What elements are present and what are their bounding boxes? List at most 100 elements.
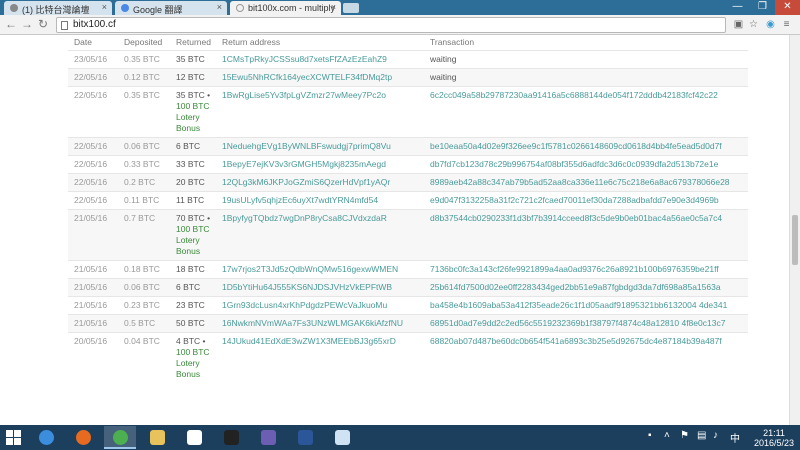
cell-returned-text: 6 BTC	[176, 281, 201, 292]
taskbar-home[interactable]	[178, 426, 210, 449]
back-arrow-icon[interactable]: ←	[4, 17, 18, 31]
cell-transaction[interactable]: 8989aeb42a88c347ab79b5ad52aa8ca336e11e6c…	[424, 172, 748, 191]
lottery-bonus-text: Bonus	[176, 368, 201, 379]
forward-arrow-icon[interactable]: →	[20, 17, 34, 31]
cell-return-address[interactable]: 1NeduehgEVg1ByWNLBFswudgj7primQ8Vu	[216, 136, 424, 155]
translate-icon[interactable]: ▣	[732, 18, 745, 31]
cell-return-address[interactable]: 1CMsTpRkyJCSSsu8d7xetsFfZAzEzEahZ9	[216, 49, 424, 68]
cell-return-address[interactable]: 16NwkmNVmWAa7Fs3UNzWLMGAK6kiAfzfNU	[216, 313, 424, 332]
table-row: 21/05/16 0.7 BTC 70 BTC • 100 BTC Lotery Bonu…	[68, 208, 748, 260]
cell-return-address[interactable]: 1D5bYtiHu64J555KS6NJDSJVHzVkEPFtWB	[216, 277, 424, 296]
close-tab-icon[interactable]: ×	[217, 2, 222, 12]
tray-nvidia-icon[interactable]: ▪	[648, 430, 652, 441]
page-favicon-icon	[236, 4, 244, 12]
extension-icon[interactable]: ◉	[764, 18, 777, 31]
cell-transaction[interactable]: 68951d0ad7e9dd2c2ed56c5519232369b1f38797…	[424, 313, 748, 332]
cell-return-address[interactable]: 19usULyfv5qhjzEc6uyXt7wdtYRN4mfd54	[216, 190, 424, 209]
cell-date-text: 21/05/16	[74, 317, 108, 328]
cell-returned: 4 BTC • 100 BTC Lotery Bonus	[170, 331, 216, 383]
lottery-bonus-text: Lotery	[176, 357, 200, 368]
taskbar-notepad[interactable]	[326, 426, 358, 449]
cell-return-address[interactable]: 1BwRgLise5Yv3fpLgVZmzr27wMeey7Pc2o	[216, 85, 424, 137]
cell-return-address[interactable]: 15Ewu5NhRCfk164yecXCWTELF34fDMq2tp	[216, 67, 424, 86]
close-tab-icon[interactable]: ×	[331, 2, 336, 12]
cell-deposited-text: 0.35 BTC	[124, 89, 160, 100]
home-icon	[187, 430, 202, 445]
cell-date: 21/05/16	[68, 259, 118, 278]
file-explorer-icon	[150, 430, 165, 445]
lottery-bonus-text: Bonus	[176, 245, 201, 256]
cell-return-address[interactable]: 1Grn93dcLusn4xrKhPdgdzPEWcVaJkuoMu	[216, 295, 424, 314]
cell-return-address[interactable]: 17w7rjos2T3Jd5zQdbWnQMw516gexwWMEN	[216, 259, 424, 278]
address-bar[interactable]: bitx100.cf	[56, 17, 726, 33]
cell-deposited: 0.35 BTC	[118, 85, 170, 137]
cell-returned: 18 BTC	[170, 259, 216, 278]
reload-icon[interactable]: ↻	[36, 17, 50, 31]
cell-return-address[interactable]: 1BpyfygTQbdz7wgDnP8ryCsa8CJVdxzdaR	[216, 208, 424, 260]
cell-transaction[interactable]: e9d047f3132258a31f2c721c2fcaed70011ef30d…	[424, 190, 748, 209]
cell-deposited-text: 0.33 BTC	[124, 158, 160, 169]
cell-return-address-text: 1CMsTpRkyJCSSsu8d7xetsFfZAzEzEahZ9	[222, 53, 387, 64]
cell-deposited-text: 0.18 BTC	[124, 263, 160, 274]
taskbar-chrome[interactable]	[104, 426, 136, 449]
system-clock[interactable]: 21:11 2016/5/23	[752, 428, 796, 448]
cell-transaction-text: ba458e4b1609aba53a412f35eade26c1f1d05aad…	[430, 299, 728, 310]
bookmark-star-icon[interactable]: ☆	[747, 18, 760, 31]
cell-return-address[interactable]: 14JUkud41EdXdE3wZW1X3MEEbBJ3g65xrD	[216, 331, 424, 383]
page-info-icon[interactable]	[61, 21, 68, 30]
cell-transaction[interactable]: 7136bc0fc3a143cf26fe9921899a4aa0ad9376c2…	[424, 259, 748, 278]
start-button[interactable]	[6, 430, 22, 446]
scrollbar-thumb[interactable]	[792, 215, 798, 265]
tray-volume-icon[interactable]: ♪	[713, 430, 718, 441]
cell-transaction[interactable]: 68820ab07d487be60dc0b654f541a6893c3b25e5…	[424, 331, 748, 383]
google-translate-favicon-icon	[121, 4, 129, 12]
cell-transaction[interactable]: 6c2cc049a58b29787230aa91416a5c6888144de0…	[424, 85, 748, 137]
cell-transaction[interactable]: ba458e4b1609aba53a412f35eade26c1f1d05aad…	[424, 295, 748, 314]
tab-bit100x[interactable]: bit100x.com - multiply ×	[230, 1, 341, 15]
cell-date-text: 22/05/16	[74, 176, 108, 187]
cell-transaction[interactable]: be10eaa50a4d02e9f326ee9c1f5781c026614860…	[424, 136, 748, 155]
taskbar-word[interactable]	[289, 426, 321, 449]
minimize-button[interactable]: —	[725, 0, 750, 15]
column-header-returned: Returned	[176, 37, 211, 48]
tab-google-translate[interactable]: Google 翻譯 ×	[115, 1, 227, 15]
taskbar-firefox[interactable]	[67, 426, 99, 449]
cell-return-address[interactable]: 12QLg3kM6JKPJoGZmiS6QzerHdVpf1yAQr	[216, 172, 424, 191]
cell-return-address-text: 1BwRgLise5Yv3fpLgVZmzr27wMeey7Pc2o	[222, 89, 386, 100]
cell-deposited: 0.06 BTC	[118, 277, 170, 296]
cell-date-text: 20/05/16	[74, 335, 108, 346]
cell-transaction[interactable]: 25b614fd7500d02ee0ff2283434ged2bb51e9a87…	[424, 277, 748, 296]
taskbar-file-explorer[interactable]	[141, 426, 173, 449]
tray-expand-icon[interactable]: ˄	[664, 430, 670, 441]
cell-date: 22/05/16	[68, 67, 118, 86]
cell-returned: 6 BTC	[170, 277, 216, 296]
cell-transaction-text: 68951d0ad7e9dd2c2ed56c5519232369b1f38797…	[430, 317, 726, 328]
cell-deposited: 0.2 BTC	[118, 172, 170, 191]
close-window-button[interactable]: ✕	[775, 0, 800, 15]
cell-transaction[interactable]: d8b37544cb0290233f1d3bf7b3914cceed8f3c5d…	[424, 208, 748, 260]
new-tab-button[interactable]	[343, 3, 359, 13]
tab-forum[interactable]: (1) 比特台灣論壇 ×	[4, 1, 112, 15]
tray-flag-icon[interactable]: ⚑	[680, 430, 689, 441]
maximize-button[interactable]: ❐	[750, 0, 775, 15]
page-content: Date Deposited Returned Return address T…	[0, 35, 789, 425]
tray-ime-icon[interactable]: 中	[730, 430, 740, 445]
cell-transaction[interactable]: db7fd7cb123d78c29b996754af08bf355d6adfdc…	[424, 154, 748, 173]
cell-return-address-text: 1Grn93dcLusn4xrKhPdgdzPEWcVaJkuoMu	[222, 299, 388, 310]
lottery-bonus-text: 100 BTC	[176, 223, 210, 234]
menu-icon[interactable]: ≡	[780, 18, 793, 31]
cell-date-text: 23/05/16	[74, 53, 108, 64]
vertical-scrollbar[interactable]	[789, 35, 800, 425]
close-tab-icon[interactable]: ×	[102, 2, 107, 12]
cell-return-address-text: 1BepyE7ejKV3v3rGMGH5Mgkj8235mAegd	[222, 158, 386, 169]
taskbar-internet-explorer[interactable]	[30, 426, 62, 449]
cell-transaction-text: waiting	[430, 53, 457, 64]
tab-label: bit100x.com - multiply	[248, 3, 336, 13]
cell-deposited: 0.12 BTC	[118, 67, 170, 86]
taskbar-archive[interactable]	[252, 426, 284, 449]
url-text: bitx100.cf	[73, 19, 116, 30]
cell-return-address[interactable]: 1BepyE7ejKV3v3rGMGH5Mgkj8235mAegd	[216, 154, 424, 173]
cell-returned: 23 BTC	[170, 295, 216, 314]
tray-network-icon[interactable]: ▤	[697, 430, 706, 441]
taskbar-command-prompt[interactable]	[215, 426, 247, 449]
